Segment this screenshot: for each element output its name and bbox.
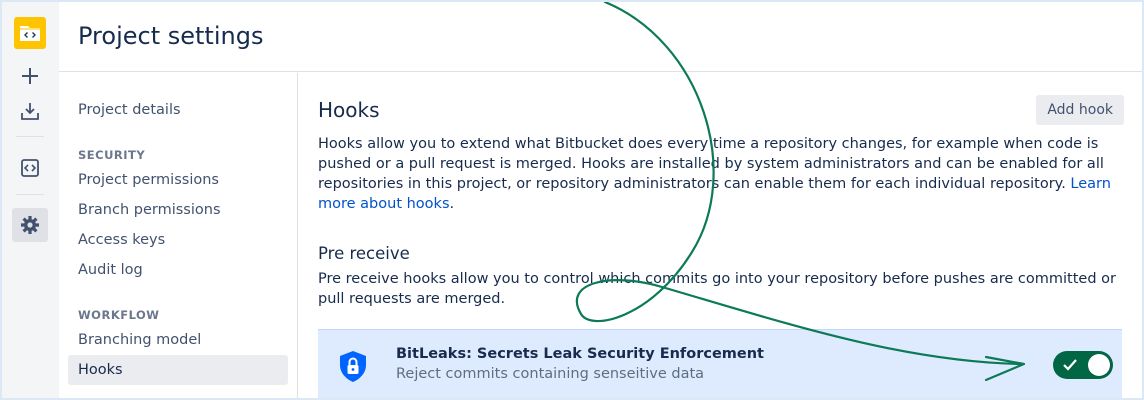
page-title: Project settings <box>78 22 264 50</box>
check-icon <box>1063 359 1077 371</box>
create-button[interactable] <box>12 59 48 93</box>
rail-divider <box>16 194 44 195</box>
nav-item-project-permissions[interactable]: Project permissions <box>68 165 288 195</box>
hook-enabled-toggle[interactable] <box>1053 351 1113 379</box>
section-heading-hooks: Hooks <box>318 98 380 122</box>
nav-item-branch-permissions[interactable]: Branch permissions <box>68 195 288 225</box>
hook-description: Reject commits containing senseitive dat… <box>396 366 705 382</box>
nav-item-access-keys[interactable]: Access keys <box>68 225 288 255</box>
source-button[interactable] <box>12 151 48 185</box>
nav-item-audit-log[interactable]: Audit log <box>68 255 288 285</box>
nav-item-hooks[interactable]: Hooks <box>68 355 288 385</box>
nav-heading-security: SECURITY <box>78 148 146 162</box>
hooks-description: Hooks allow you to extend what Bitbucket… <box>318 136 1111 212</box>
project-code-icon <box>14 17 46 49</box>
nav-item-branching-model[interactable]: Branching model <box>68 325 288 355</box>
nav-heading-workflow: WORKFLOW <box>78 308 160 322</box>
download-icon <box>21 103 39 120</box>
hook-name: BitLeaks: Secrets Leak Security Enforcem… <box>396 346 764 362</box>
add-hook-button[interactable]: Add hook <box>1036 95 1124 125</box>
plus-icon <box>22 68 38 84</box>
hook-row[interactable]: BitLeaks: Secrets Leak Security Enforcem… <box>318 329 1122 398</box>
clone-button[interactable] <box>12 94 48 128</box>
global-sidebar <box>2 2 59 398</box>
rail-divider <box>16 136 44 137</box>
toggle-knob <box>1088 354 1110 376</box>
app-window: Project settings Project details SECURIT… <box>2 2 1142 398</box>
shield-lock-icon <box>340 351 366 382</box>
pre-receive-description: Pre receive hooks allow you to control w… <box>318 271 1116 307</box>
pre-receive-heading: Pre receive <box>318 244 410 263</box>
settings-nav: Project details SECURITY Project permiss… <box>59 73 298 398</box>
hooks-description-text: Hooks allow you to extend what Bitbucket… <box>318 136 1104 192</box>
settings-button[interactable] <box>12 208 48 242</box>
main-content: Hooks Add hook Hooks allow you to extend… <box>318 73 1124 398</box>
nav-item-project-details[interactable]: Project details <box>68 95 288 125</box>
code-icon <box>21 159 39 177</box>
gear-icon <box>21 216 39 234</box>
page-header: Project settings <box>59 2 1142 72</box>
project-avatar-button[interactable] <box>12 16 48 50</box>
